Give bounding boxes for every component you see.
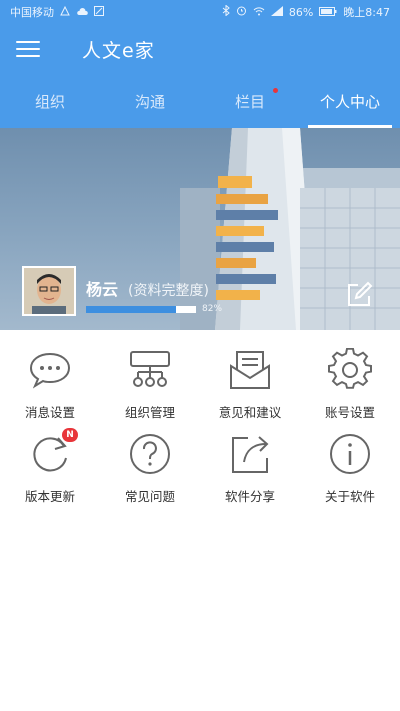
refresh-icon: N bbox=[28, 428, 78, 476]
menu-label: 意见和建议 bbox=[218, 405, 282, 420]
menu-about[interactable]: 关于软件 bbox=[300, 426, 400, 510]
gear-icon bbox=[328, 347, 372, 392]
tab-columns[interactable]: 栏目 bbox=[200, 74, 300, 128]
progress-fill bbox=[86, 305, 177, 313]
menu-label: 关于软件 bbox=[324, 489, 375, 504]
completeness-percent: 82% bbox=[202, 304, 223, 314]
alarm-icon bbox=[236, 5, 247, 19]
info-icon bbox=[328, 432, 372, 476]
menu-account-settings[interactable]: 账号设置 bbox=[300, 342, 400, 426]
completeness-label: (资料完整度) bbox=[128, 283, 209, 299]
bluetooth-icon bbox=[222, 4, 230, 19]
edit-profile-button[interactable] bbox=[344, 280, 374, 310]
menu-label: 消息设置 bbox=[24, 405, 75, 420]
app-bar: 人文e家 bbox=[0, 24, 400, 74]
question-icon bbox=[128, 432, 172, 476]
completeness-progress-bar bbox=[86, 305, 196, 313]
menu-label: 账号设置 bbox=[324, 405, 375, 420]
menu-share-app[interactable]: 软件分享 bbox=[200, 426, 300, 510]
menu-faq[interactable]: 常见问题 bbox=[100, 426, 200, 510]
app-notification-icon bbox=[94, 5, 104, 19]
cloud-icon bbox=[76, 6, 88, 19]
app-title: 人文e家 bbox=[82, 39, 155, 62]
menu-message-settings[interactable]: 消息设置 bbox=[0, 342, 100, 426]
menu-label: 软件分享 bbox=[224, 489, 275, 504]
menu-feedback[interactable]: 意见和建议 bbox=[200, 342, 300, 426]
tab-label: 沟通 bbox=[134, 92, 165, 111]
user-name: 杨云 bbox=[86, 280, 119, 299]
menu-label: 组织管理 bbox=[124, 405, 175, 420]
menu-version-update[interactable]: N 版本更新 bbox=[0, 426, 100, 510]
tab-label: 个人中心 bbox=[319, 92, 380, 111]
profile-summary: 杨云 (资料完整度) 82% bbox=[22, 266, 222, 316]
menu-org-management[interactable]: 组织管理 bbox=[100, 342, 200, 426]
share-icon bbox=[228, 432, 272, 476]
cell-signal-icon bbox=[270, 5, 283, 19]
tab-label: 组织 bbox=[34, 92, 65, 111]
new-badge: N bbox=[62, 428, 78, 442]
unread-dot bbox=[273, 88, 278, 93]
menu-grid: 消息设置 组织管理 意见和建议 账号设置 N 版本更新 常见问题 软件分享 关于… bbox=[0, 342, 400, 510]
menu-label: 常见问题 bbox=[124, 489, 175, 504]
avatar[interactable] bbox=[22, 266, 76, 316]
edit-icon bbox=[348, 281, 373, 306]
signal-icon bbox=[60, 5, 70, 19]
menu-button[interactable] bbox=[0, 24, 56, 74]
org-chart-icon bbox=[128, 348, 172, 392]
status-bar: 中国移动 86% 晚上8:47 bbox=[0, 0, 400, 24]
hamburger-menu-icon bbox=[16, 41, 40, 57]
wifi-icon bbox=[253, 6, 265, 19]
tab-label: 栏目 bbox=[234, 92, 265, 111]
battery-icon bbox=[319, 6, 337, 19]
mail-icon bbox=[228, 348, 272, 392]
tab-personal-center[interactable]: 个人中心 bbox=[300, 74, 400, 128]
menu-label: 版本更新 bbox=[24, 489, 75, 504]
battery-percent: 86% bbox=[288, 5, 314, 19]
tab-communication[interactable]: 沟通 bbox=[100, 74, 200, 128]
clock-time: 晚上8:47 bbox=[343, 6, 390, 19]
chat-bubble-icon bbox=[28, 348, 72, 392]
carrier-label: 中国移动 bbox=[10, 6, 54, 19]
tab-organization[interactable]: 组织 bbox=[0, 74, 100, 128]
tab-bar: 组织 沟通 栏目 个人中心 bbox=[0, 74, 400, 128]
